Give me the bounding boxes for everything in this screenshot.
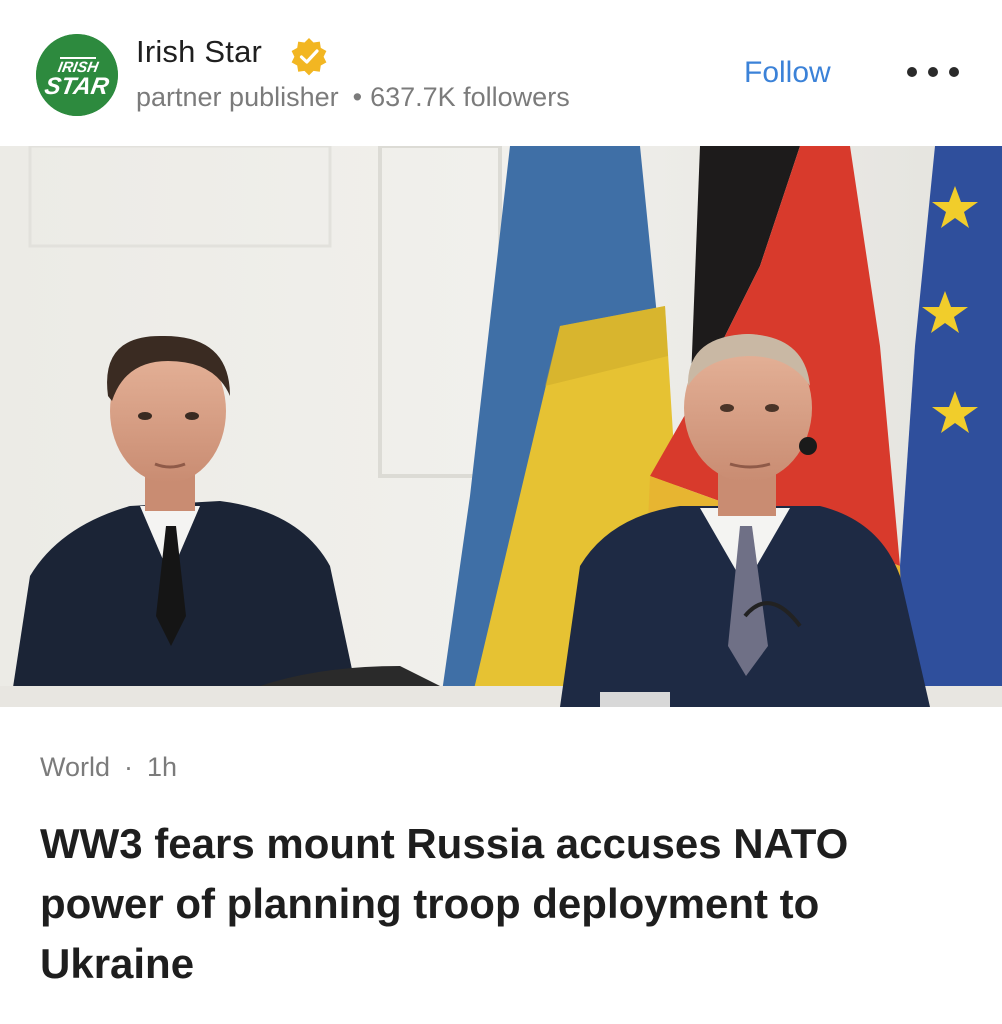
follower-count: 637.7K followers [370, 82, 570, 112]
more-options-icon[interactable] [907, 60, 959, 84]
article-image[interactable] [0, 146, 1002, 707]
meta-separator: · [124, 752, 134, 782]
article-photo [0, 146, 1002, 707]
article-headline[interactable]: WW3 fears mount Russia accuses NATO powe… [40, 814, 970, 994]
publisher-subtitle: partner publisher • 637.7K followers [136, 82, 570, 113]
logo-text-star: STAR [43, 73, 112, 100]
publisher-header: IRISH STAR Irish Star partner publisher •… [0, 0, 1002, 146]
article-meta: World · 1h [40, 752, 177, 783]
separator-dot: • [352, 82, 363, 112]
follow-button[interactable]: Follow [744, 56, 831, 90]
logo-graphic: IRISH STAR [36, 34, 118, 116]
publisher-logo[interactable]: IRISH STAR [36, 34, 118, 116]
publisher-role: partner publisher [136, 82, 339, 112]
verified-badge-icon [289, 36, 329, 76]
publisher-name[interactable]: Irish Star [136, 34, 262, 70]
article-category[interactable]: World [40, 752, 110, 782]
article-age: 1h [147, 752, 178, 782]
